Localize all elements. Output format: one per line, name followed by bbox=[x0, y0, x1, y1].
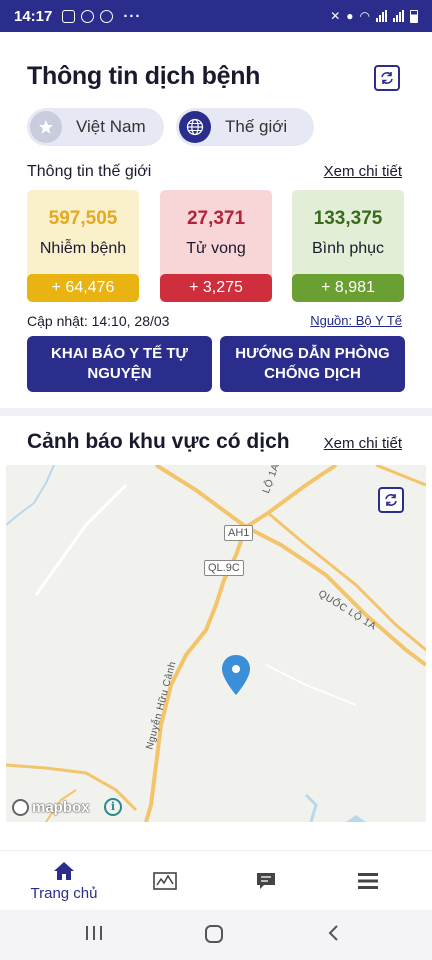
tab-statistics[interactable] bbox=[145, 851, 185, 911]
home-nav-icon[interactable] bbox=[204, 924, 224, 944]
prevention-guide-button[interactable]: HƯỚNG DẪN PHÒNG CHỐNG DỊCH bbox=[220, 336, 405, 392]
tab-messages[interactable] bbox=[246, 851, 286, 911]
chat-icon bbox=[257, 873, 275, 889]
chart-icon bbox=[153, 872, 177, 890]
world-label: Thế giới bbox=[225, 117, 288, 136]
tab-home[interactable]: Trang chủ bbox=[20, 851, 108, 911]
mapbox-logo[interactable]: mapbox bbox=[12, 799, 90, 816]
status-time: 14:17 bbox=[14, 7, 53, 25]
refresh-icon bbox=[385, 494, 397, 506]
deaths-label: Tử vong bbox=[186, 240, 246, 257]
system-icons: ✕ ● ◠ bbox=[330, 9, 418, 23]
refresh-icon bbox=[381, 72, 393, 84]
infected-delta: + 64,476 bbox=[27, 274, 139, 302]
mapbox-icon bbox=[12, 799, 29, 816]
chrome-icon bbox=[81, 9, 95, 23]
deaths-delta: + 3,275 bbox=[160, 274, 272, 302]
back-icon[interactable] bbox=[326, 924, 342, 942]
battery-icon bbox=[410, 9, 418, 23]
health-declaration-button[interactable]: KHAI BÁO Y TẾ TỰ NGUYỆN bbox=[27, 336, 212, 392]
world-details-link[interactable]: Xem chi tiết bbox=[324, 163, 402, 180]
notification-icons: ··· bbox=[62, 8, 141, 25]
location-icon: ● bbox=[346, 9, 354, 23]
menu-icon bbox=[358, 873, 378, 889]
infected-label: Nhiễm bệnh bbox=[39, 240, 127, 257]
system-nav-bar bbox=[0, 910, 432, 960]
recovered-card: 133,375 Bình phục + 8,981 bbox=[292, 190, 404, 302]
road-label-ah1: AH1 bbox=[224, 525, 254, 541]
mute-icon: ✕ bbox=[330, 9, 341, 23]
infected-card: 597,505 Nhiễm bệnh + 64,476 bbox=[27, 190, 139, 302]
source-link[interactable]: Nguồn: Bộ Y Tế bbox=[310, 313, 402, 328]
info-icon[interactable]: i bbox=[104, 798, 122, 816]
alert-section-title: Cảnh báo khu vực có dịch bbox=[27, 430, 290, 453]
world-toggle[interactable]: Thế giới bbox=[176, 108, 314, 146]
world-section-label: Thông tin thế giới bbox=[27, 163, 152, 180]
more-notifications-icon: ··· bbox=[123, 7, 142, 25]
refresh-button[interactable] bbox=[374, 65, 400, 91]
road-label-ql9c: QL.9C bbox=[204, 560, 244, 576]
page-title: Thông tin dịch bệnh bbox=[27, 62, 261, 90]
home-icon bbox=[54, 861, 74, 880]
map-refresh-button[interactable] bbox=[378, 487, 404, 513]
recovered-value: 133,375 bbox=[313, 208, 383, 229]
outbreak-map[interactable]: AH1 QL.9C QUỐC LỘ 1A LỘ 1A Nguyễn Hữu Cả… bbox=[6, 465, 426, 822]
vietnam-label: Việt Nam bbox=[76, 117, 146, 136]
wifi-icon: ◠ bbox=[359, 9, 370, 23]
app-icon bbox=[100, 9, 114, 23]
deaths-value: 27,371 bbox=[186, 208, 246, 229]
infected-value: 597,505 bbox=[48, 208, 118, 229]
vietnam-toggle[interactable]: Việt Nam bbox=[27, 108, 164, 146]
map-roads bbox=[6, 465, 426, 822]
bottom-tab-bar: Trang chủ bbox=[0, 850, 432, 910]
mapbox-text: mapbox bbox=[32, 799, 90, 816]
tab-menu[interactable] bbox=[348, 851, 388, 911]
tab-home-label: Trang chủ bbox=[30, 884, 98, 902]
star-icon bbox=[30, 111, 62, 143]
globe-icon bbox=[179, 111, 211, 143]
recent-apps-icon[interactable] bbox=[84, 924, 104, 942]
recovered-label: Bình phục bbox=[311, 240, 385, 257]
section-divider bbox=[0, 408, 432, 416]
status-bar: 14:17 ··· ✕ ● ◠ bbox=[0, 0, 432, 32]
alert-details-link[interactable]: Xem chi tiết bbox=[324, 435, 402, 452]
map-pin-icon bbox=[222, 655, 250, 695]
deaths-card: 27,371 Tử vong + 3,275 bbox=[160, 190, 272, 302]
recovered-delta: + 8,981 bbox=[292, 274, 404, 302]
gallery-icon bbox=[62, 9, 76, 23]
signal-icon bbox=[376, 10, 387, 22]
signal-icon-2 bbox=[393, 10, 404, 22]
updated-time: Cập nhật: 14:10, 28/03 bbox=[27, 313, 170, 329]
